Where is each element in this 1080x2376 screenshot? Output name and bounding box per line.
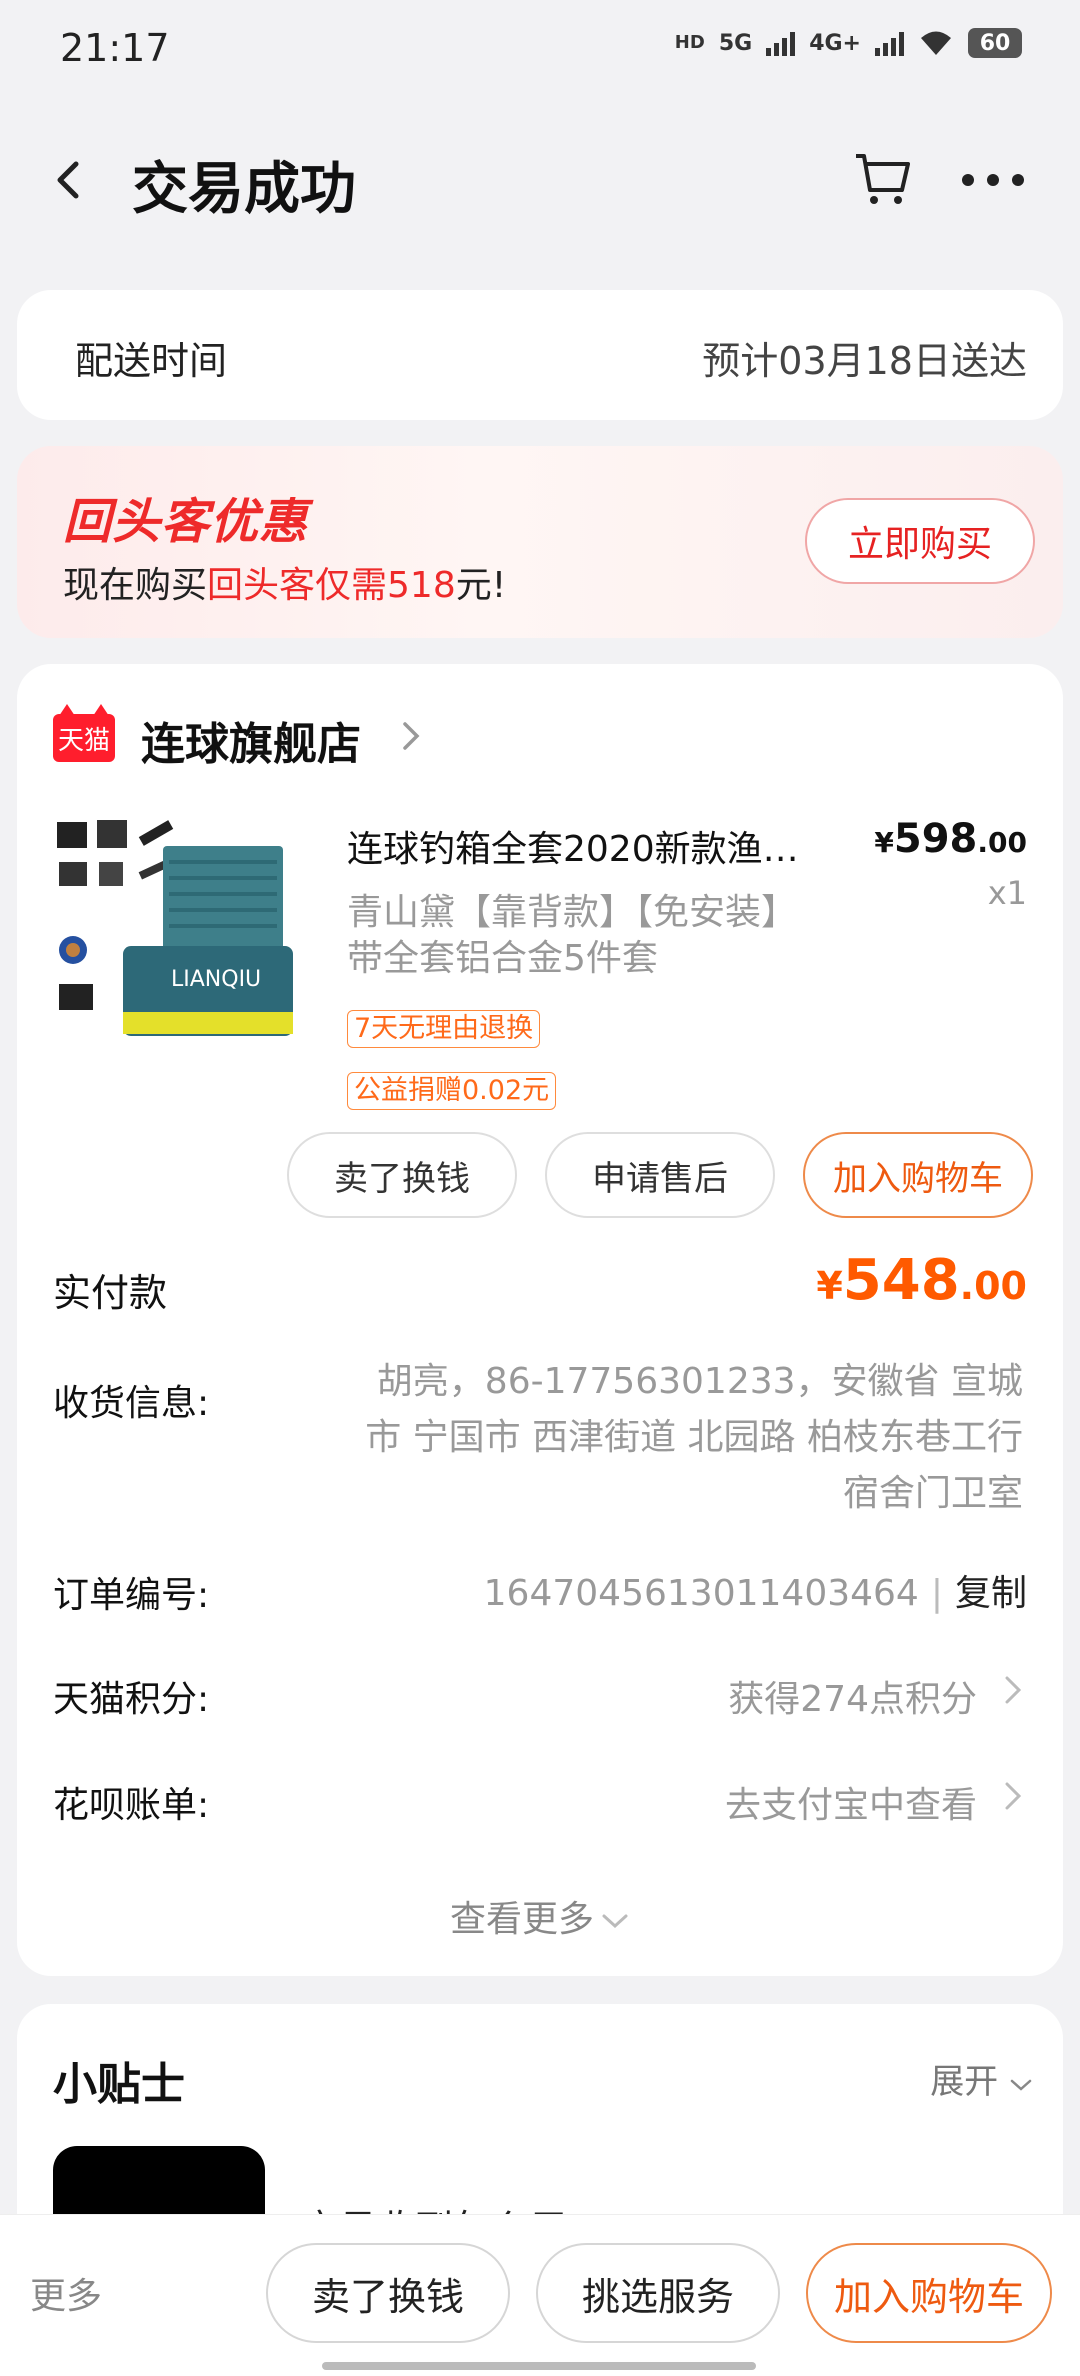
top-nav: 交易成功 <box>0 120 1080 240</box>
tmall-logo: 天猫 <box>53 704 115 762</box>
aftersale-button[interactable]: 申请售后 <box>545 1132 775 1218</box>
return-policy-tag: 7天无理由退换 <box>347 1010 541 1048</box>
delivery-card: 配送时间 预计03月18日送达 <box>17 290 1063 420</box>
order-card: 天猫 连球旗舰店 LIANQIU 连球钓箱全套2020新款渔… 青山黛【靠背款】… <box>17 664 1063 1976</box>
returning-customer-promo: 回头客优惠 现在购买回头客仅需518元! 立即购买 <box>17 446 1063 638</box>
huabei-label: 花呗账单: <box>53 1785 210 1826</box>
signal-icon <box>766 30 796 56</box>
product-price: ¥598.00 <box>874 816 1027 862</box>
product-title[interactable]: 连球钓箱全套2020新款渔… <box>347 820 867 872</box>
expand-button[interactable]: 展开 <box>930 2054 1033 2103</box>
delivery-value: 预计03月18日送达 <box>702 339 1027 383</box>
order-number-label: 订单编号: <box>53 1575 210 1616</box>
4g-label: 4G+ <box>809 30 861 56</box>
status-icons: HD 5G 4G+ 60 <box>675 28 1022 58</box>
chevron-right-icon[interactable] <box>1001 1672 1025 1708</box>
more-options-icon[interactable] <box>958 160 1028 200</box>
shop-name[interactable]: 连球旗舰店 <box>141 708 361 772</box>
see-more-button[interactable]: 查看更多 <box>17 1890 1063 1942</box>
promo-subtitle: 现在购买回头客仅需518元! <box>63 565 507 606</box>
sell-button[interactable]: 卖了换钱 <box>287 1132 517 1218</box>
points-value[interactable]: 获得274点积分 <box>728 1670 977 1722</box>
delivery-label: 配送时间 <box>75 339 228 383</box>
product-image[interactable]: LIANQIU <box>53 816 323 1066</box>
product-quantity: x1 <box>987 874 1027 912</box>
buy-now-button[interactable]: 立即购买 <box>805 498 1035 584</box>
add-to-cart-button-bottom[interactable]: 加入购物车 <box>806 2243 1052 2343</box>
bottom-action-bar: 更多 卖了换钱 挑选服务 加入购物车 <box>0 2214 1080 2376</box>
tips-title: 小贴士 <box>53 2059 185 2110</box>
add-to-cart-button[interactable]: 加入购物车 <box>803 1132 1033 1218</box>
hd-indicator: HD <box>674 32 705 53</box>
home-indicator[interactable] <box>322 2362 756 2370</box>
5g-label: 5G <box>718 30 753 56</box>
payment-label: 实付款 <box>53 1271 168 1315</box>
page-title: 交易成功 <box>132 157 356 222</box>
status-time: 21:17 <box>60 26 170 70</box>
sell-button-bottom[interactable]: 卖了换钱 <box>266 2243 510 2343</box>
charity-tag: 公益捐赠0.02元 <box>347 1072 557 1110</box>
chevron-down-icon <box>1010 2079 1032 2091</box>
chevron-right-icon[interactable] <box>1001 1778 1025 1814</box>
address-value: 胡亮，86-17756301233，安徽省 宣城市 宁国市 西津街道 北园路 柏… <box>365 1361 1023 1514</box>
cart-icon[interactable] <box>852 148 914 210</box>
battery-icon: 60 <box>968 28 1022 58</box>
points-label: 天猫积分: <box>53 1679 210 1720</box>
address-label: 收货信息: <box>53 1383 210 1424</box>
status-bar: 21:17 HD 5G 4G+ 60 <box>0 0 1080 96</box>
product-sku: 青山黛【靠背款】【免安装】带全套铝合金5件套 <box>347 892 798 979</box>
payment-amount: ¥548.00 <box>816 1248 1027 1313</box>
svg-text:LIANQIU: LIANQIU <box>171 967 261 992</box>
choose-service-button[interactable]: 挑选服务 <box>536 2243 780 2343</box>
order-number: 1647045613011403464 | 复制 <box>483 1573 1027 1614</box>
wifi-icon <box>921 31 951 55</box>
chevron-right-icon[interactable] <box>397 716 427 756</box>
signal-icon-2 <box>875 30 904 56</box>
huabei-value[interactable]: 去支付宝中查看 <box>725 1776 977 1828</box>
chevron-down-icon <box>602 1914 628 1929</box>
promo-title: 回头客优惠 <box>63 494 309 550</box>
copy-button[interactable]: 复制 <box>955 1573 1027 1614</box>
more-link[interactable]: 更多 <box>30 2267 102 2319</box>
back-arrow-icon[interactable] <box>44 150 94 210</box>
